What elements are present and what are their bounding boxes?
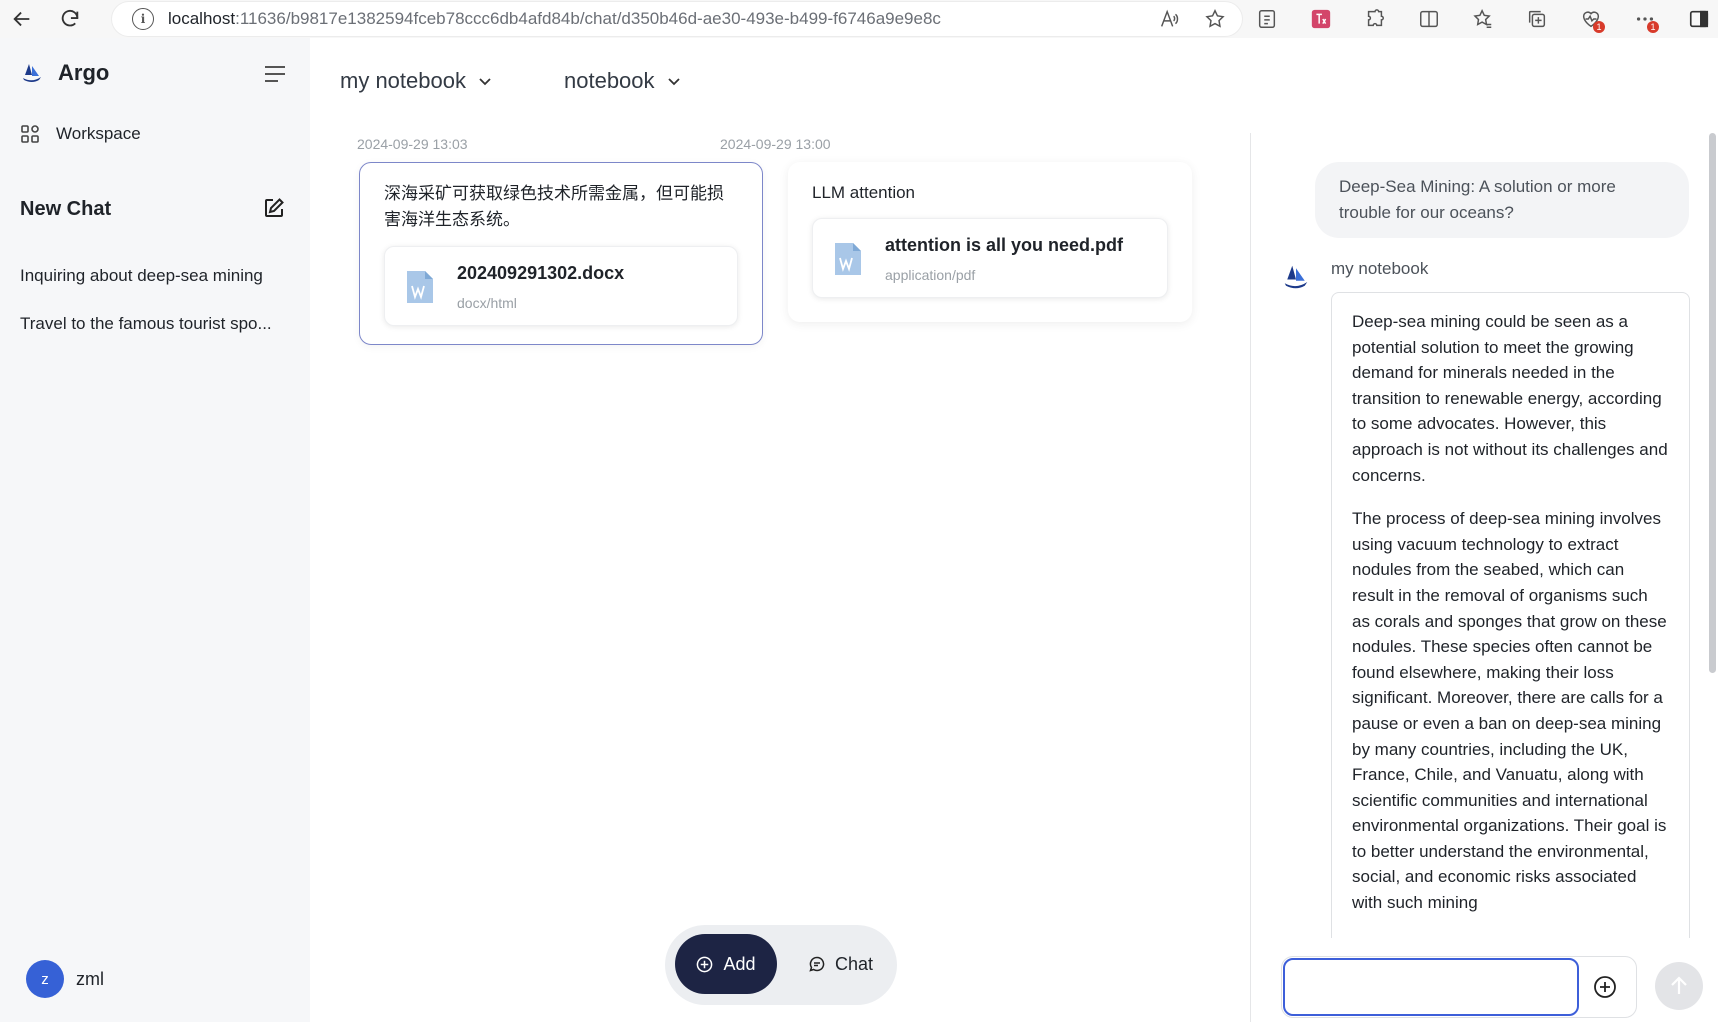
arrow-up-icon xyxy=(1671,976,1687,994)
argo-logo-icon xyxy=(23,64,41,82)
chat-bubble-icon xyxy=(809,956,825,972)
brand[interactable]: Argo xyxy=(20,60,109,86)
file-name: 202409291302.docx xyxy=(457,263,625,283)
chat-input[interactable] xyxy=(1283,958,1579,1016)
chat-button[interactable]: Chat xyxy=(793,934,889,994)
puzzle-icon xyxy=(1367,9,1384,27)
note-card-title: LLM attention xyxy=(812,183,916,202)
notebook-type-label: notebook xyxy=(564,68,655,93)
collections-icon xyxy=(1528,10,1546,28)
back-button[interactable] xyxy=(0,0,44,38)
notebook-selector[interactable]: my notebook xyxy=(340,68,492,94)
file-type: docx/html xyxy=(457,295,517,311)
read-aloud-icon[interactable] xyxy=(1158,8,1180,30)
chat-history-item[interactable]: Travel to the famous tourist spo... xyxy=(20,300,290,348)
sidebar-toggle-button[interactable] xyxy=(1682,2,1716,36)
avatar: z xyxy=(26,960,64,998)
browser-toolbar: i localhost:11636/b9817e1382594fceb78ccc… xyxy=(0,0,1718,38)
info-icon[interactable]: i xyxy=(132,8,154,30)
chat-button-label: Chat xyxy=(834,953,874,974)
favorites-button[interactable] xyxy=(1466,2,1500,36)
sidebar-icon xyxy=(1689,10,1709,28)
file-attachment[interactable]: attention is all you need.pdf applicatio… xyxy=(812,218,1168,298)
user-message: Deep-Sea Mining: A solution or more trou… xyxy=(1315,162,1689,238)
notification-badge: 1 xyxy=(1647,21,1659,33)
chevron-down-icon xyxy=(479,78,491,86)
url-path: :11636/b9817e1382594fceb78ccc6db4afd84b/… xyxy=(235,9,941,28)
brand-name: Argo xyxy=(58,60,110,85)
split-screen-icon xyxy=(1420,10,1438,28)
workspace-grid-icon xyxy=(21,125,39,143)
health-extension-button[interactable]: 1 xyxy=(1574,2,1608,36)
reply-paragraph: Deep-sea mining could be seen as a poten… xyxy=(1352,312,1668,485)
chat-scrollbar[interactable] xyxy=(1709,133,1716,673)
url-host: localhost xyxy=(168,9,236,28)
zip-icon xyxy=(1258,10,1276,28)
bot-avatar-icon xyxy=(1284,265,1308,289)
sidebar: Argo Workspace New Chat Inquiring about … xyxy=(0,38,310,1022)
extensions-button[interactable] xyxy=(1358,2,1392,36)
word-file-icon xyxy=(835,243,861,275)
sidebar-item-workspace[interactable]: Workspace xyxy=(20,124,141,144)
favorite-star-icon[interactable] xyxy=(1204,8,1226,30)
new-chat-heading: New Chat xyxy=(20,198,112,220)
reload-icon xyxy=(61,9,79,27)
user-profile[interactable]: z zml xyxy=(26,960,104,998)
notebook-type-selector[interactable]: notebook xyxy=(564,68,681,94)
note-card[interactable]: LLM attention attention is all you need.… xyxy=(788,162,1192,322)
collections-button[interactable] xyxy=(1520,2,1554,36)
address-bar[interactable]: i localhost:11636/b9817e1382594fceb78ccc… xyxy=(112,2,1242,36)
file-attachment[interactable]: 202409291302.docx docx/html xyxy=(384,246,738,326)
chat-history: Inquiring about deep-sea mining Travel t… xyxy=(20,252,290,348)
chat-input-container xyxy=(1281,956,1637,1018)
add-button[interactable]: Add xyxy=(675,934,777,994)
more-options-button[interactable]: 1 xyxy=(1628,2,1662,36)
chevron-down-icon xyxy=(667,78,680,86)
card-date: 2024-09-29 13:00 xyxy=(720,136,831,152)
translate-extension-button[interactable] xyxy=(1304,2,1338,36)
file-name: attention is all you need.pdf xyxy=(885,235,1124,255)
action-bar: Add Chat xyxy=(665,925,897,1005)
translate-icon xyxy=(1311,9,1331,29)
edit-icon[interactable] xyxy=(262,196,286,220)
notebook-selector-label: my notebook xyxy=(340,68,466,93)
zip-extension-button[interactable] xyxy=(1250,2,1284,36)
notification-badge: 1 xyxy=(1593,21,1605,33)
plus-circle-icon[interactable] xyxy=(1592,974,1618,1000)
bot-reply: Deep-sea mining could be seen as a poten… xyxy=(1331,292,1690,938)
favorites-icon xyxy=(1473,9,1492,28)
reload-button[interactable] xyxy=(48,0,92,38)
chat-history-item[interactable]: Inquiring about deep-sea mining xyxy=(20,252,290,300)
plus-circle-icon xyxy=(697,956,713,972)
send-button[interactable] xyxy=(1655,962,1703,1010)
reply-paragraph: The process of deep-sea mining involves … xyxy=(1352,509,1667,913)
split-screen-button[interactable] xyxy=(1412,2,1446,36)
add-button-label: Add xyxy=(723,953,756,974)
chat-panel: Deep-Sea Mining: A solution or more trou… xyxy=(1251,38,1718,1022)
file-type: application/pdf xyxy=(885,267,976,283)
bot-name: my notebook xyxy=(1331,259,1429,278)
menu-icon[interactable] xyxy=(264,65,286,83)
card-date: 2024-09-29 13:03 xyxy=(357,136,468,152)
back-arrow-icon xyxy=(13,11,30,27)
note-card-title: 深海采矿可获取绿色技术所需金属，但可能损害海洋生态系统。 xyxy=(384,184,724,229)
user-name: zml xyxy=(76,968,104,989)
note-card[interactable]: 深海采矿可获取绿色技术所需金属，但可能损害海洋生态系统。 20240929130… xyxy=(359,162,763,345)
workspace-label: Workspace xyxy=(56,124,141,143)
word-file-icon xyxy=(407,271,433,303)
